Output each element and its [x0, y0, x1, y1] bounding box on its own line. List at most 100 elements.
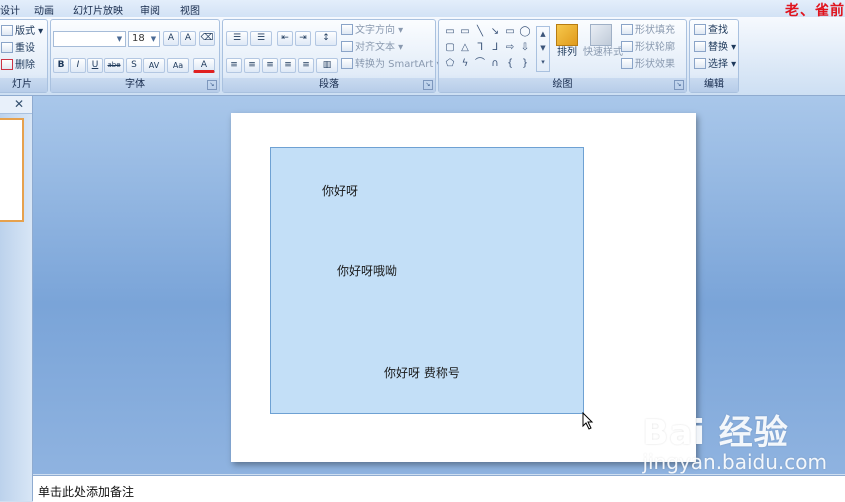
char-spacing-button[interactable]: AV: [143, 58, 165, 73]
text-line-3[interactable]: 你好呀 费称号: [384, 364, 460, 381]
justify-icon: ≡: [284, 60, 292, 70]
grow-font-button[interactable]: A: [163, 31, 179, 46]
slides-group: 版式 ▾ 重设 删除 灯片: [0, 19, 48, 93]
replace-button[interactable]: 替换 ▾: [694, 40, 736, 55]
tab-design[interactable]: 设计: [0, 2, 20, 17]
chevron-down-icon: ▼: [150, 35, 157, 43]
down-arrow-shape-icon[interactable]: ⇩: [519, 42, 531, 53]
tab-view[interactable]: 视图: [180, 2, 200, 17]
paragraph-group: ☰ ☰ ⇤ ⇥ ↕ ≡ ≡ ≡ ≡ ≡ ▥ 文字方向 ▾ 对齐文本 ▾ 转换为 …: [222, 19, 442, 93]
text-direction-button[interactable]: 文字方向 ▾: [341, 23, 403, 38]
font-color-button[interactable]: A: [193, 58, 215, 73]
font-name-select[interactable]: ▼: [53, 31, 126, 47]
textbox-shape-icon[interactable]: ▭: [444, 26, 456, 37]
align-right-button[interactable]: ≡: [262, 58, 278, 73]
watermark-url: jingyan.baidu.com: [642, 450, 827, 474]
dialog-launcher-icon[interactable]: ↘: [423, 80, 433, 90]
tab-review[interactable]: 审阅: [140, 2, 160, 17]
bold-button[interactable]: B: [53, 58, 69, 73]
right-brace-icon[interactable]: }: [519, 58, 531, 69]
columns-icon: ▥: [322, 60, 332, 70]
shapes-more-icon[interactable]: ▲ ▼ ▾: [536, 26, 550, 72]
notes-placeholder: 单击此处添加备注: [38, 485, 135, 499]
quick-styles-button[interactable]: 快速样式: [583, 24, 623, 72]
dialog-launcher-icon[interactable]: ↘: [674, 80, 684, 90]
shape-fill-button[interactable]: 形状填充: [621, 23, 675, 38]
text-line-1[interactable]: 你好呀: [322, 182, 358, 199]
dialog-launcher-icon[interactable]: ↘: [207, 80, 217, 90]
font-size-select[interactable]: 18 ▼: [128, 31, 160, 47]
columns-button[interactable]: ▥: [316, 58, 338, 73]
arc-shape-icon[interactable]: ∩: [489, 58, 501, 69]
numbering-button[interactable]: ☰: [250, 31, 272, 46]
chevron-down-icon: ▼: [116, 35, 123, 43]
pentagon-shape-icon[interactable]: ⬠: [444, 58, 456, 69]
align-right-icon: ≡: [266, 60, 274, 70]
slides-panel-header: ✕: [0, 96, 32, 114]
distribute-button[interactable]: ≡: [298, 58, 314, 73]
select-button[interactable]: 选择 ▾: [694, 57, 736, 72]
rectangle-shape-icon[interactable]: ▭: [504, 26, 516, 37]
underline-button[interactable]: U: [87, 58, 103, 73]
right-arrow-shape-icon[interactable]: ⇨: [504, 42, 516, 53]
align-text-button[interactable]: 对齐文本 ▾: [341, 40, 403, 55]
italic-button[interactable]: I: [70, 58, 86, 73]
elbow-connector-icon[interactable]: ᒣ: [474, 42, 486, 53]
text-line-2[interactable]: 你好呀哦呦: [337, 262, 397, 279]
convert-smartart-button[interactable]: 转换为 SmartArt ▾: [341, 57, 442, 72]
find-button[interactable]: 查找: [694, 23, 728, 38]
editing-group-label: 编辑: [690, 78, 738, 92]
delete-button[interactable]: 删除: [1, 58, 35, 73]
shrink-font-button[interactable]: A: [180, 31, 196, 46]
align-center-button[interactable]: ≡: [244, 58, 260, 73]
tab-animation[interactable]: 动画: [34, 2, 54, 17]
shadow-button[interactable]: S: [126, 58, 142, 73]
drawing-group-label: 绘图: [439, 78, 686, 92]
decrease-indent-button[interactable]: ⇤: [277, 31, 293, 46]
close-icon[interactable]: ✕: [14, 97, 24, 111]
arrange-icon: [556, 24, 578, 46]
curve-shape-icon[interactable]: ⌒: [474, 58, 486, 69]
reset-icon: [1, 42, 13, 53]
oval-shape-icon[interactable]: ◯: [519, 26, 531, 37]
layout-button[interactable]: 版式 ▾: [1, 24, 43, 39]
effects-icon: [621, 58, 633, 69]
change-case-button[interactable]: Aa: [167, 58, 189, 73]
align-left-icon: ≡: [230, 60, 238, 70]
font-group-label: 字体: [51, 78, 219, 92]
increase-indent-button[interactable]: ⇥: [295, 31, 311, 46]
shape-effects-button[interactable]: 形状效果: [621, 57, 675, 72]
reset-button[interactable]: 重设: [1, 41, 35, 56]
tab-slideshow[interactable]: 幻灯片放映: [73, 2, 123, 17]
lightning-shape-icon[interactable]: ϟ: [459, 58, 471, 69]
paragraph-group-label: 段落: [223, 78, 435, 92]
clear-format-button[interactable]: ⌫: [199, 31, 215, 46]
binoculars-icon: [694, 24, 706, 35]
replace-icon: [694, 41, 706, 52]
slide-thumbnail[interactable]: [0, 118, 24, 222]
slides-group-label: 灯片: [0, 78, 47, 92]
distribute-icon: ≡: [302, 60, 310, 70]
left-brace-icon[interactable]: {: [504, 58, 516, 69]
bullets-button[interactable]: ☰: [226, 31, 248, 46]
notes-pane[interactable]: 单击此处添加备注: [33, 475, 845, 502]
justify-button[interactable]: ≡: [280, 58, 296, 73]
line-shape-icon[interactable]: ╲: [474, 26, 486, 37]
smartart-icon: [341, 58, 353, 69]
line-spacing-icon: ↕: [322, 33, 330, 43]
ribbon-tab-bar: 设计 动画 幻灯片放映 审阅 视图 老、雀前: [0, 0, 845, 19]
arrange-button[interactable]: 排列: [553, 24, 581, 72]
elbow-arrow-icon[interactable]: ᒧ: [489, 42, 501, 53]
quick-styles-icon: [590, 24, 612, 46]
vertical-textbox-icon[interactable]: ▭: [459, 26, 471, 37]
editing-group: 查找 替换 ▾ 选择 ▾ 编辑: [689, 19, 739, 93]
layout-icon: [1, 25, 13, 36]
align-left-button[interactable]: ≡: [226, 58, 242, 73]
rounded-rect-icon[interactable]: ▢: [444, 42, 456, 53]
align-center-icon: ≡: [248, 60, 256, 70]
triangle-shape-icon[interactable]: △: [459, 42, 471, 53]
strikethrough-button[interactable]: abe: [104, 58, 124, 73]
line-spacing-button[interactable]: ↕: [315, 31, 337, 46]
shape-outline-button[interactable]: 形状轮廓: [621, 40, 675, 55]
arrow-line-icon[interactable]: ↘: [489, 26, 501, 37]
